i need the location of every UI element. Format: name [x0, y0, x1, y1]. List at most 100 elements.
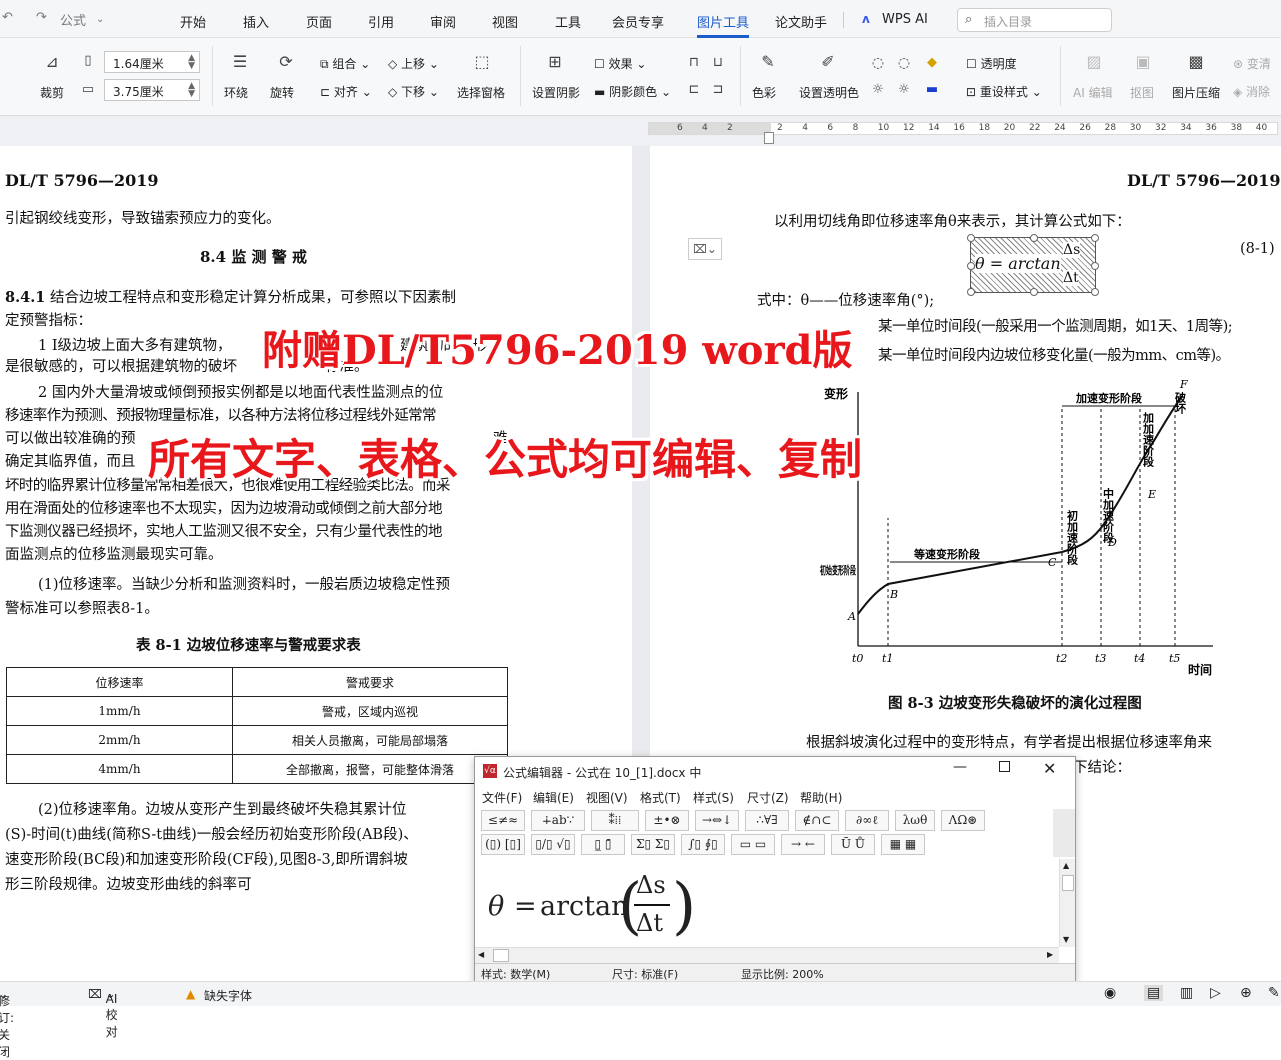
resize-handle[interactable] [967, 288, 975, 296]
tab-9[interactable]: 论文助手 [775, 12, 827, 31]
palette-button[interactable]: (▯) [▯] [481, 834, 525, 855]
cutout-button[interactable]: 抠图 [1130, 84, 1154, 101]
transparency-button[interactable]: ☐ 透明度 [966, 55, 1017, 72]
palette-button[interactable]: ±•⊗ [645, 810, 689, 831]
tab-10[interactable]: WPS AI [882, 12, 928, 27]
scroll-left-icon[interactable]: ◀ [478, 950, 484, 959]
ai-check-button[interactable]: ⌧ AI 校对 ⌄ [88, 987, 118, 1039]
status-size[interactable]: 尺寸: 标准(F) [612, 966, 678, 982]
send-backward-button[interactable]: ◇ 下移 ⌄ [388, 83, 439, 100]
horizontal-ruler[interactable]: 6 4 2 2 4 6 8 10 12 14 16 18 20 22 24 26 28 30 32 34 36 38 40 [648, 122, 1278, 135]
vertical-scrollbar[interactable]: ▲ ▼ [1059, 859, 1075, 947]
palette-button[interactable]: ∴∀∃ [745, 810, 789, 831]
resize-handle[interactable] [1030, 234, 1038, 242]
formula-editing-area[interactable]: θ = arctan ( Δs Δt ) [476, 859, 1056, 947]
status-style[interactable]: 样式: 数学(M) [481, 966, 550, 982]
resize-handle[interactable] [1030, 288, 1038, 296]
play-icon[interactable]: ▷ [1210, 985, 1221, 1001]
menu-item[interactable]: 格式(T) [640, 789, 681, 806]
resize-handle[interactable] [1091, 288, 1099, 296]
page-view-icon[interactable]: ▤ [1144, 985, 1164, 1001]
align-button[interactable]: ⊏ 对齐 ⌄ [320, 83, 372, 100]
change-button[interactable]: ⊛ 变清 [1233, 55, 1271, 72]
scroll-thumb[interactable] [1062, 875, 1074, 891]
tab-3[interactable]: 引用 [368, 12, 394, 31]
crop-button[interactable]: 裁剪 [40, 84, 64, 101]
bring-forward-button[interactable]: ◇ 上移 ⌄ [388, 55, 439, 72]
maximize-icon[interactable] [999, 761, 1010, 772]
group-button[interactable]: ⧉ 组合 ⌄ [320, 55, 370, 72]
contrast-down-icon[interactable]: ☼ [894, 80, 914, 100]
palette-button[interactable]: ∫▯ ∮▯ [681, 834, 725, 855]
tab-5[interactable]: 视图 [492, 12, 518, 31]
minimize-icon[interactable]: — [953, 759, 967, 775]
menu-item[interactable]: 样式(S) [693, 789, 734, 806]
outline-view-icon[interactable]: ▥ [1180, 985, 1193, 1001]
color-button[interactable]: 色彩 [752, 84, 776, 101]
menu-item[interactable]: 帮助(H) [800, 789, 842, 806]
missing-font-button[interactable]: 缺失字体 [204, 987, 252, 1004]
tab-2[interactable]: 页面 [306, 12, 332, 31]
resize-handle[interactable] [967, 234, 975, 242]
shadow-button[interactable]: 设置阴影 [532, 84, 580, 101]
palette-button[interactable]: ≤≠≈ [481, 810, 525, 831]
transparent-color-button[interactable]: 设置透明色 [799, 84, 859, 101]
menu-item[interactable]: 尺寸(Z) [747, 789, 789, 806]
menu-item[interactable]: 文件(F) [482, 789, 522, 806]
selection-pane-button[interactable]: 选择窗格 [457, 84, 505, 101]
ai-edit-button[interactable]: AI 编辑 [1073, 84, 1113, 101]
nudge-left-icon[interactable]: ⊏ [684, 80, 704, 100]
close-icon[interactable]: ✕ [1043, 759, 1056, 778]
selected-formula-object[interactable]: θ = arctan Δs Δt [967, 234, 1099, 296]
menu-item[interactable]: 视图(V) [586, 789, 628, 806]
palette-button[interactable]: ΛΩ⊛ [941, 810, 985, 831]
palette-button[interactable]: ▦ ▦ [881, 834, 925, 855]
scroll-thumb[interactable] [493, 949, 509, 962]
width-field[interactable]: 1.64厘米 ▲ ▼ [104, 51, 200, 73]
brightness-up-icon[interactable]: ◌ [868, 53, 888, 73]
palette-button[interactable]: ∂∞ℓ [845, 810, 889, 831]
undo-icon[interactable]: ↶ [2, 10, 13, 25]
effect-button[interactable]: ☐ 效果 ⌄ [594, 55, 646, 72]
palette-button[interactable]: ∔ab∵ [531, 810, 585, 831]
palette-button[interactable]: Σ▯ Σ▯ [631, 834, 675, 855]
resize-handle[interactable] [967, 262, 975, 270]
palette-button[interactable]: ⁑⁞⁞ [591, 810, 639, 831]
palette-button[interactable]: → ← [781, 834, 825, 855]
eye-icon[interactable]: ◉ [1104, 985, 1116, 1001]
tab-6[interactable]: 工具 [555, 12, 581, 31]
tab-0[interactable]: 开始 [180, 12, 206, 31]
web-view-icon[interactable]: ⊕ [1240, 985, 1252, 1001]
tab-8[interactable]: 图片工具 [697, 12, 750, 38]
nudge-down-icon[interactable]: ⊔ [708, 53, 728, 73]
revision-status[interactable]: 修订: 关闭 ⌄ [0, 987, 14, 1059]
indent-marker[interactable] [764, 132, 774, 144]
menu-item[interactable]: 编辑(E) [533, 789, 574, 806]
layout-options-icon[interactable]: ⌧⌄ [688, 238, 722, 260]
pen-icon[interactable]: ✎ [1268, 985, 1280, 1001]
redo-icon[interactable]: ↷ [36, 10, 47, 25]
search-input[interactable]: ⌕ 插入目录 [957, 8, 1112, 32]
horizontal-scrollbar[interactable]: ◀ ▶ [475, 947, 1059, 963]
scroll-down-icon[interactable]: ▼ [1063, 935, 1069, 944]
palette-button[interactable]: Ū Ů [831, 834, 875, 855]
palette-button[interactable]: ▯/▯ √▯ [531, 834, 575, 855]
palette-button[interactable]: λωθ [895, 810, 935, 831]
brightness-down-icon[interactable]: ☼ [868, 80, 888, 100]
wrap-button[interactable]: 环绕 [224, 84, 248, 101]
chevron-down-icon[interactable]: ⌄ [96, 14, 104, 25]
nudge-right-icon[interactable]: ⊐ [708, 80, 728, 100]
tab-1[interactable]: 插入 [243, 12, 269, 31]
scroll-right-icon[interactable]: ▶ [1047, 950, 1053, 959]
reset-style-button[interactable]: ⊡ 重设样式 ⌄ [966, 83, 1042, 100]
erase-button[interactable]: ◈ 消除 [1233, 83, 1270, 100]
palette-button[interactable]: ▭ ▭ [731, 834, 775, 855]
palette-button[interactable]: ▯̲ ▯̄ [581, 834, 625, 855]
resize-handle[interactable] [1091, 262, 1099, 270]
compress-button[interactable]: 图片压缩 [1172, 84, 1220, 101]
height-stepper[interactable]: ▲ ▼ [188, 82, 195, 99]
border-icon[interactable]: ▬ [922, 80, 942, 100]
tab-4[interactable]: 审阅 [430, 12, 456, 31]
rotate-button[interactable]: 旋转 [270, 84, 294, 101]
palette-button[interactable]: ∉∩⊂ [795, 810, 839, 831]
